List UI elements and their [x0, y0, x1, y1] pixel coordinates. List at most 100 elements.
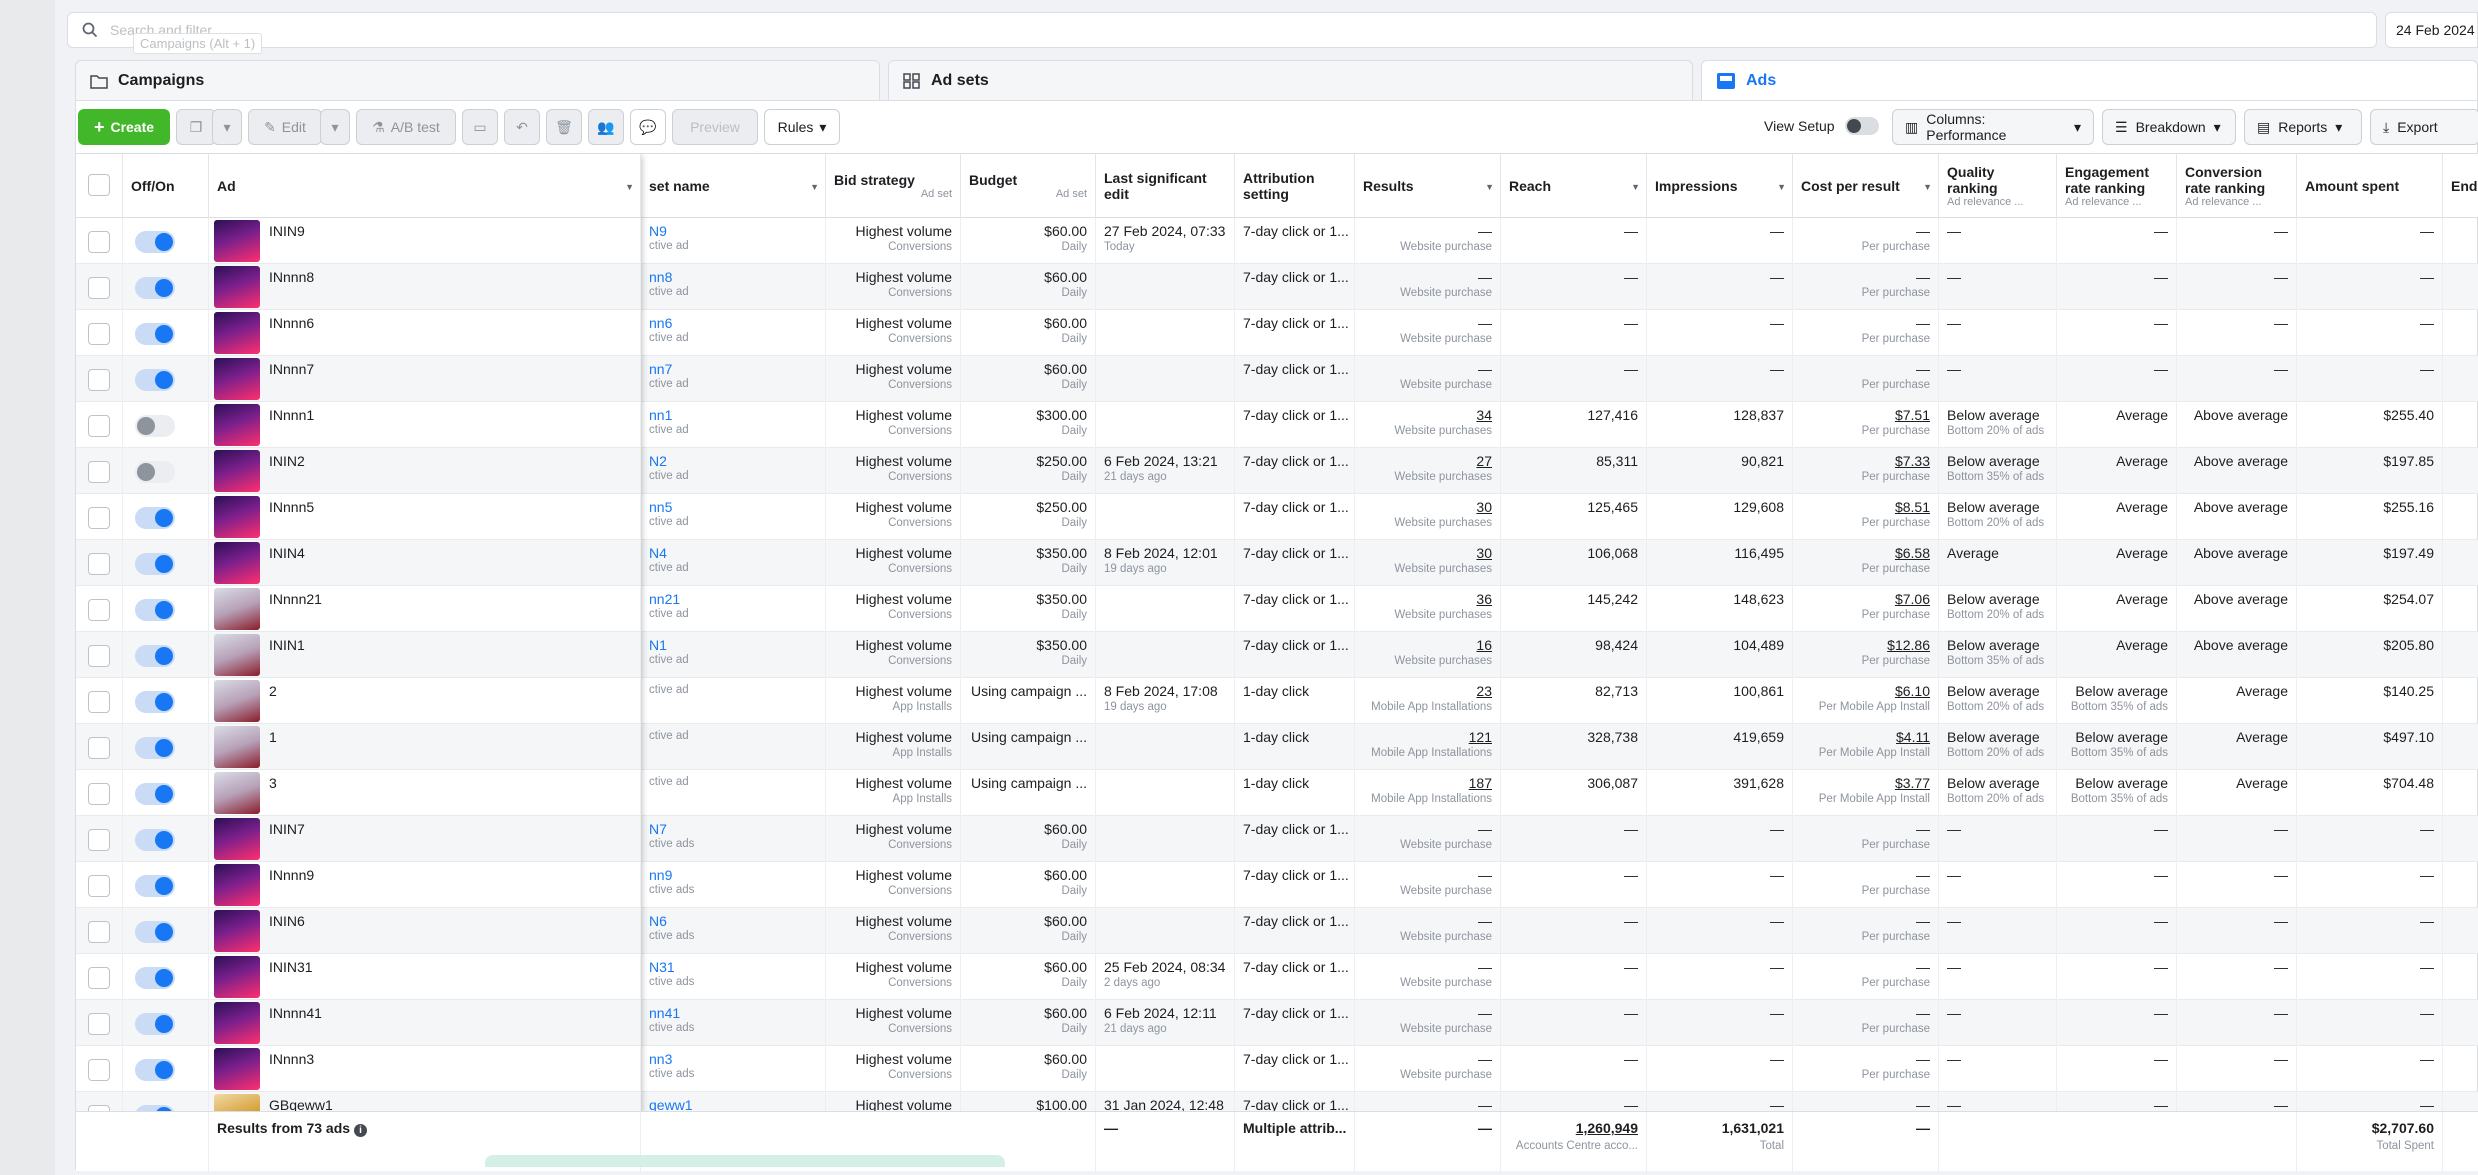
ad-status-toggle[interactable] — [135, 967, 175, 989]
ad-name[interactable]: INnnn21 — [269, 591, 322, 607]
table-row[interactable]: INnnn21 nn21 ctive ad Highest volume Convers… — [76, 586, 2478, 632]
table-row[interactable]: INnnn41 nn41 ctive ads Highest volume Conver… — [76, 1000, 2478, 1046]
date-range-picker[interactable]: 24 Feb 2024 — [2385, 12, 2478, 48]
audience-button[interactable]: 👥 — [588, 109, 624, 145]
table-row[interactable]: ININ6 N6 ctive ads Highest volume Conversion… — [76, 908, 2478, 954]
table-row[interactable]: ININ31 N31 ctive ads Highest volume Conversi… — [76, 954, 2478, 1000]
table-row[interactable]: 2 ctive ad Highest volume App Installs Using… — [76, 678, 2478, 724]
row-checkbox[interactable] — [88, 323, 110, 345]
ad-status-toggle[interactable] — [135, 783, 175, 805]
row-checkbox[interactable] — [88, 921, 110, 943]
row-checkbox[interactable] — [88, 277, 110, 299]
edit-button[interactable]: ✎ Edit — [248, 109, 322, 145]
reports-button[interactable]: ▤ Reports ▾ — [2244, 109, 2362, 145]
row-checkbox[interactable] — [88, 461, 110, 483]
col-ends[interactable]: Ends▼ — [2443, 154, 2478, 218]
row-checkbox[interactable] — [88, 507, 110, 529]
row-checkbox[interactable] — [88, 737, 110, 759]
ad-name-cell[interactable]: ININ2 — [209, 448, 641, 494]
col-amount-spent[interactable]: Amount spent — [2297, 154, 2443, 218]
ad-status-toggle[interactable] — [135, 369, 175, 391]
ad-status-toggle[interactable] — [135, 553, 175, 575]
ad-status-toggle[interactable] — [135, 415, 175, 437]
ad-name[interactable]: 2 — [269, 683, 277, 699]
col-conversion-ranking[interactable]: Conversion rate ranking Ad relevance ... — [2177, 154, 2297, 218]
ad-name-cell[interactable]: INnnn21 — [209, 586, 641, 632]
ad-name[interactable]: INnnn1 — [269, 407, 314, 423]
row-checkbox[interactable] — [88, 231, 110, 253]
preview-button[interactable]: Preview — [672, 109, 758, 145]
ad-name-cell[interactable]: ININ6 — [209, 908, 641, 954]
columns-button[interactable]: ▥ Columns: Performance ▾ — [1892, 109, 2094, 145]
ad-name[interactable]: INnnn41 — [269, 1005, 322, 1021]
table-row[interactable]: INnnn8 nn8 ctive ad Highest volume Conversio… — [76, 264, 2478, 310]
col-bid-strategy[interactable]: Bid strategy Ad set — [826, 154, 961, 218]
col-results[interactable]: Results ▼ — [1355, 154, 1501, 218]
undo-button[interactable]: ↶ — [504, 109, 540, 145]
tab-campaigns[interactable]: Campaigns — [75, 60, 880, 100]
ad-name[interactable]: ININ31 — [269, 959, 313, 975]
ad-name-cell[interactable]: INnnn1 — [209, 402, 641, 448]
rules-button[interactable]: Rules ▾ — [764, 109, 840, 145]
search-filter-bar[interactable]: Search and filter — [67, 12, 2377, 48]
ad-name-cell[interactable]: INnnn3 — [209, 1046, 641, 1092]
row-checkbox[interactable] — [88, 1013, 110, 1035]
row-checkbox[interactable] — [88, 599, 110, 621]
table-row[interactable]: ININ9 N9 ctive ad Highest volume Conversions… — [76, 218, 2478, 264]
tab-ads[interactable]: Ads — [1701, 60, 2478, 100]
ad-name[interactable]: ININ9 — [269, 223, 305, 239]
ad-status-toggle[interactable] — [135, 737, 175, 759]
ad-name-cell[interactable]: 1 — [209, 724, 641, 770]
ad-name[interactable]: ININ7 — [269, 821, 305, 837]
ad-name[interactable]: ININ6 — [269, 913, 305, 929]
ad-name[interactable]: ININ2 — [269, 453, 305, 469]
table-row[interactable]: 3 ctive ad Highest volume App Installs Using… — [76, 770, 2478, 816]
col-budget[interactable]: Budget Ad set — [961, 154, 1096, 218]
ad-status-toggle[interactable] — [135, 461, 175, 483]
ad-name-cell[interactable]: INnnn5 — [209, 494, 641, 540]
ad-name-cell[interactable]: INnnn6 — [209, 310, 641, 356]
ad-name[interactable]: ININ1 — [269, 637, 305, 653]
ad-status-toggle[interactable] — [135, 921, 175, 943]
col-cost-per-result[interactable]: Cost per result ▼ — [1793, 154, 1939, 218]
view-setup-toggle[interactable] — [1844, 117, 1879, 135]
ad-name-cell[interactable]: 3 — [209, 770, 641, 816]
col-quality-ranking[interactable]: Quality ranking Ad relevance ... — [1939, 154, 2057, 218]
select-all-checkbox[interactable] — [88, 174, 110, 196]
ad-status-toggle[interactable] — [135, 875, 175, 897]
table-row[interactable]: ININ1 N1 ctive ad Highest volume Conversions… — [76, 632, 2478, 678]
row-checkbox[interactable] — [88, 783, 110, 805]
ad-status-toggle[interactable] — [135, 599, 175, 621]
ad-status-toggle[interactable] — [135, 277, 175, 299]
ad-status-toggle[interactable] — [135, 1013, 175, 1035]
ad-name-cell[interactable]: ININ7 — [209, 816, 641, 862]
delete-button[interactable]: 🗑 — [546, 109, 582, 145]
export-button[interactable]: ⤓ Export — [2370, 109, 2478, 145]
col-impressions[interactable]: Impressions ▼ — [1647, 154, 1793, 218]
col-ad[interactable]: Ad ▼ — [209, 154, 641, 218]
ad-name-cell[interactable]: ININ4 — [209, 540, 641, 586]
table-row[interactable]: INnnn5 nn5 ctive ad Highest volume Conversio… — [76, 494, 2478, 540]
ad-status-toggle[interactable] — [135, 507, 175, 529]
row-checkbox[interactable] — [88, 369, 110, 391]
ad-name-cell[interactable]: INnnn7 — [209, 356, 641, 402]
ad-name[interactable]: INnnn9 — [269, 867, 314, 883]
ad-status-toggle[interactable] — [135, 829, 175, 851]
col-attribution[interactable]: Attribution setting — [1235, 154, 1355, 218]
col-reach[interactable]: Reach ▼ — [1501, 154, 1647, 218]
ad-status-toggle[interactable] — [135, 1059, 175, 1081]
table-row[interactable]: INnnn9 nn9 ctive ads Highest volume Conversi… — [76, 862, 2478, 908]
ad-name[interactable]: INnnn6 — [269, 315, 314, 331]
ad-name-cell[interactable]: INnnn9 — [209, 862, 641, 908]
table-row[interactable]: 1 ctive ad Highest volume App Installs Using… — [76, 724, 2478, 770]
ad-name-cell[interactable]: ININ9 — [209, 218, 641, 264]
table-row[interactable]: INnnn3 nn3 ctive ads Highest volume Conversi… — [76, 1046, 2478, 1092]
ad-status-toggle[interactable] — [135, 323, 175, 345]
duplicate-dropdown[interactable]: ▾ — [212, 109, 242, 145]
table-row[interactable]: INnnn6 nn6 ctive ad Highest volume Conversio… — [76, 310, 2478, 356]
ad-name[interactable]: INnnn7 — [269, 361, 314, 377]
ad-status-toggle[interactable] — [135, 645, 175, 667]
row-checkbox[interactable] — [88, 553, 110, 575]
ad-name[interactable]: INnnn3 — [269, 1051, 314, 1067]
row-checkbox[interactable] — [88, 1059, 110, 1081]
